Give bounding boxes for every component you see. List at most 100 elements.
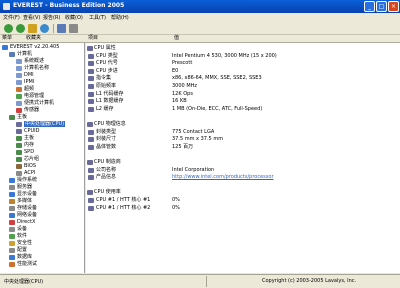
tree-item[interactable]: 操作系统 (9, 177, 37, 184)
tree-item[interactable]: 便携式计算机 (16, 100, 54, 107)
tree-item[interactable]: 网络设备 (9, 212, 37, 219)
tree-item[interactable]: DMI (16, 72, 34, 79)
maximize-button[interactable]: □ (376, 1, 387, 12)
tree-item[interactable]: 系统概述 (16, 58, 44, 65)
tree-item-label: 多媒体 (17, 198, 33, 204)
field-value: 0% (172, 197, 180, 203)
tree-item[interactable]: EVEREST v2.20.405 (2, 44, 59, 51)
detail-row[interactable]: CPU 类型 Intel Pentium 4 530, 3000 MHz (15 … (86, 53, 400, 60)
detail-row[interactable]: 产品信息 http://www.intel.com/products/proces… (86, 174, 400, 181)
tree-item[interactable]: 设备 (9, 226, 27, 233)
detail-row[interactable]: 原始频率 3000 MHz (86, 83, 400, 90)
menu-bar: 文件(F) 查看(V) 报告(R) 收藏(O) 工具(T) 帮助(H) (0, 13, 400, 22)
column-header-field[interactable]: 项目 (86, 35, 172, 43)
tree-item[interactable]: CPUID (16, 128, 40, 135)
detail-row[interactable]: 封装类型 775 Contact LGA (86, 129, 400, 136)
menu-view[interactable]: 查看(V) (23, 14, 40, 21)
detail-row[interactable]: CPU 代号 Prescott (86, 60, 400, 67)
detail-row[interactable]: CPU 步进 E0 (86, 68, 400, 75)
tree-item-label: 传感器 (24, 107, 40, 113)
processor-icon (88, 175, 94, 181)
back-icon[interactable] (4, 24, 13, 33)
tree-item[interactable]: ACPI (16, 170, 35, 177)
minimize-button[interactable]: _ (364, 1, 375, 12)
detail-row[interactable]: 指令集 x86, x86-64, MMX, SSE, SSE2, SSE3 (86, 75, 400, 82)
detail-row[interactable]: CPU #1 / HTT 核心 #1 0% (86, 197, 400, 204)
value-link[interactable]: http://www.intel.com/products/processor (172, 174, 274, 181)
tree-item[interactable]: SPD (16, 149, 34, 156)
report-icon[interactable] (57, 24, 66, 33)
processor-icon (88, 205, 94, 211)
field-label: 指令集 (96, 75, 112, 82)
field-label: CPU 步进 (96, 67, 118, 74)
tree-item-icon (16, 150, 22, 155)
tree-item[interactable]: 芯片组 (16, 156, 39, 163)
tree-item[interactable]: 多媒体 (9, 198, 32, 205)
detail-row[interactable]: L1 代码缓存 12K Ops (86, 91, 400, 98)
group-header[interactable]: CPU 物理信息 (86, 121, 400, 128)
tree-item[interactable]: 数据库 (9, 254, 32, 261)
menu-tools[interactable]: 工具(T) (89, 14, 106, 21)
tree-item[interactable]: 传感器 (16, 107, 39, 114)
tree-item[interactable]: 软件 (9, 233, 27, 240)
tree-header-favorites[interactable]: 收藏夹 (24, 35, 86, 43)
tree-item[interactable]: 显示设备 (9, 191, 37, 198)
group-header[interactable]: CPU 属性 (86, 45, 400, 52)
favorites-icon[interactable] (69, 24, 78, 33)
tree-header-menu[interactable]: 菜单 (0, 35, 24, 43)
processor-icon (88, 61, 94, 67)
menu-file[interactable]: 文件(F) (3, 14, 20, 21)
tree-item[interactable]: 计算机 (9, 51, 32, 58)
tree-item[interactable]: 安全性 (9, 240, 32, 247)
window-title: EVEREST - Business Edition 2005 (13, 2, 125, 9)
app-icon (3, 3, 10, 10)
tree-item-label: 安全性 (17, 240, 33, 246)
group-header[interactable]: CPU 使用率 (86, 189, 400, 196)
tree-item[interactable]: 主板 (9, 114, 27, 121)
tree-item[interactable]: 服务器 (9, 184, 32, 191)
column-header-value[interactable]: 值 (172, 35, 400, 43)
detail-row[interactable]: L1 数据缓存 16 KB (86, 98, 400, 105)
details-pane: 项目 值 CPU 属性 CPU 类型 Intel Pentium 4 530, 30… (86, 35, 400, 273)
detail-row[interactable]: L2 缓存 1 MB (On-Die, ECC, ATC, Full-Speed) (86, 106, 400, 113)
menu-report[interactable]: 报告(R) (43, 14, 60, 21)
up-icon[interactable] (28, 24, 37, 33)
tree-item-icon (16, 171, 22, 176)
detail-row[interactable]: 公司名称 Intel Corporation (86, 167, 400, 174)
field-label: L1 代码缓存 (96, 90, 124, 97)
forward-icon[interactable] (16, 24, 25, 33)
tree-item[interactable]: IPMI (16, 79, 34, 86)
tree-item-icon (9, 52, 15, 57)
tree-item-label: 便携式计算机 (24, 100, 55, 106)
tree-item-icon (9, 115, 15, 120)
detail-row[interactable]: 封装尺寸 37.5 mm x 37.5 mm (86, 136, 400, 143)
field-value: Intel Corporation (172, 166, 215, 173)
menu-favorites[interactable]: 收藏(O) (65, 14, 83, 21)
tree-item-icon (16, 164, 22, 169)
refresh-icon[interactable] (40, 24, 49, 33)
detail-row[interactable]: 晶体管数 125 百万 (86, 144, 400, 151)
close-button[interactable]: × (388, 1, 399, 12)
tree-item[interactable]: 存储设备 (9, 205, 37, 212)
tree-item[interactable]: 超频 (16, 86, 34, 93)
detail-row[interactable]: CPU #1 / HTT 核心 #2 0% (86, 205, 400, 212)
tree-item-label: DMI (24, 72, 34, 78)
menu-help[interactable]: 帮助(H) (111, 14, 129, 21)
navigation-tree: 菜单 收藏夹 EVEREST v2.20.405 计算机 系统概述 计算机名称 DMI I… (0, 35, 86, 273)
tree-item[interactable]: 内存 (16, 142, 34, 149)
tree-item[interactable]: BIOS (16, 163, 36, 170)
field-label: CPU 制造商 (94, 159, 121, 165)
tree-item-icon (16, 59, 22, 64)
tree-item[interactable]: 性能测试 (9, 261, 37, 268)
tree-item[interactable]: 计算机名称 (16, 65, 49, 72)
tree-item[interactable]: 主板 (16, 135, 34, 142)
tree-item[interactable]: 中央处理器(CPU) (16, 121, 66, 128)
tree-item[interactable]: 电源管理 (16, 93, 44, 100)
group-header[interactable]: CPU 制造商 (86, 159, 400, 166)
tree-item[interactable]: DirectX (9, 219, 35, 226)
tree-item-label: 中央处理器(CPU) (24, 121, 66, 127)
field-value: 37.5 mm x 37.5 mm (172, 136, 224, 143)
tree-item[interactable]: 配置 (9, 247, 27, 254)
tree-item-icon (2, 45, 8, 50)
tree-item-label: 操作系统 (17, 177, 38, 183)
